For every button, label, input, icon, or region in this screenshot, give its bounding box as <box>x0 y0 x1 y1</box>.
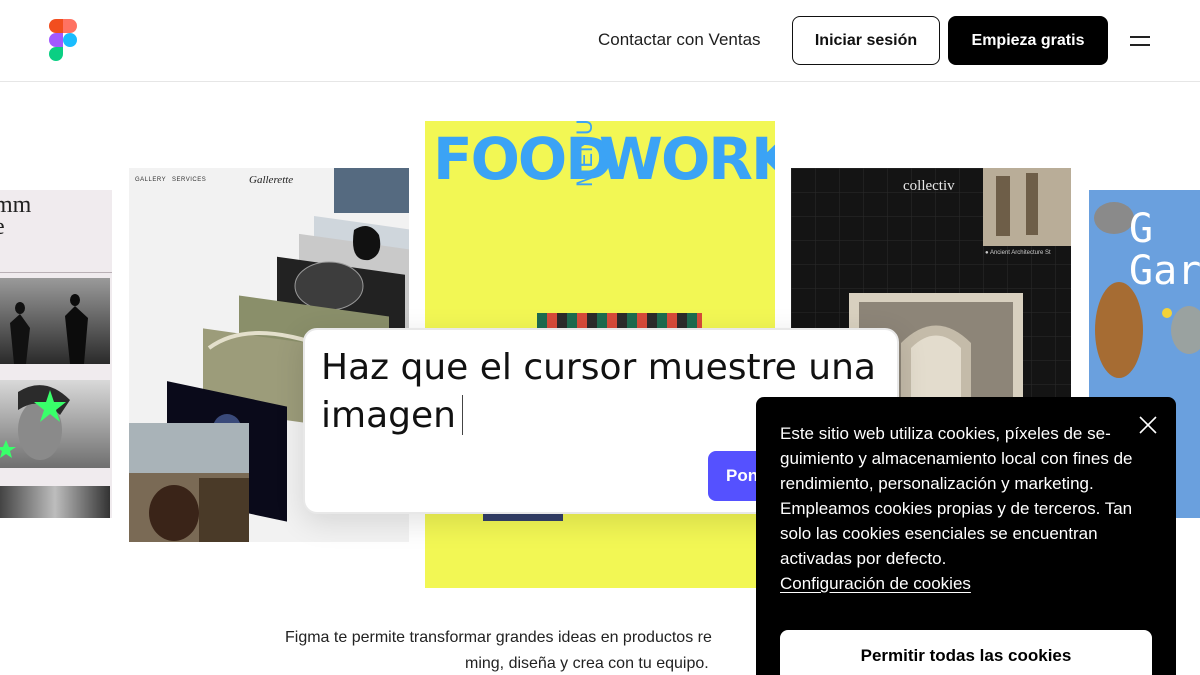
garden-title: G Gar <box>1129 206 1200 294</box>
gallery-card-portraits: mm e <box>0 190 112 518</box>
food-menu-word: MENU <box>572 121 597 187</box>
collectiv-caption: ● Ancient Architecture St <box>985 250 1051 256</box>
cookie-message-text: Este sitio web utiliza cookies, píxeles … <box>780 424 1133 568</box>
works-title-word: WORKS <box>599 125 775 193</box>
close-icon[interactable] <box>1138 415 1158 435</box>
contact-sales-link[interactable]: Contactar con Ventas <box>598 30 761 50</box>
cookie-message: Este sitio web utiliza cookies, píxeles … <box>780 421 1135 596</box>
food-image-strip-bottom <box>483 513 563 521</box>
accept-all-cookies-button[interactable]: Permitir todas las cookies <box>780 630 1152 675</box>
start-free-button[interactable]: Empieza gratis <box>948 16 1108 65</box>
food-image-strip <box>537 313 702 329</box>
card-divider <box>0 272 112 273</box>
figma-landing-page: Contactar con Ventas Iniciar sesión Empi… <box>0 0 1200 675</box>
text-caret <box>461 395 463 435</box>
cookie-banner: Este sitio web utiliza cookies, píxeles … <box>756 397 1176 675</box>
portrait-photo <box>0 380 110 468</box>
collectiv-title: collectiv <box>903 178 955 194</box>
stage-photo <box>0 486 110 518</box>
dancers-photo <box>0 278 110 364</box>
figma-logo-icon[interactable] <box>49 19 77 61</box>
card-heading: mm e <box>0 192 32 239</box>
site-header: Contactar con Ventas Iniciar sesión Empi… <box>0 0 1200 82</box>
menu-icon[interactable] <box>1130 33 1150 49</box>
login-button[interactable]: Iniciar sesión <box>792 16 940 65</box>
cookie-settings-link[interactable]: Configuración de cookies <box>780 571 971 596</box>
